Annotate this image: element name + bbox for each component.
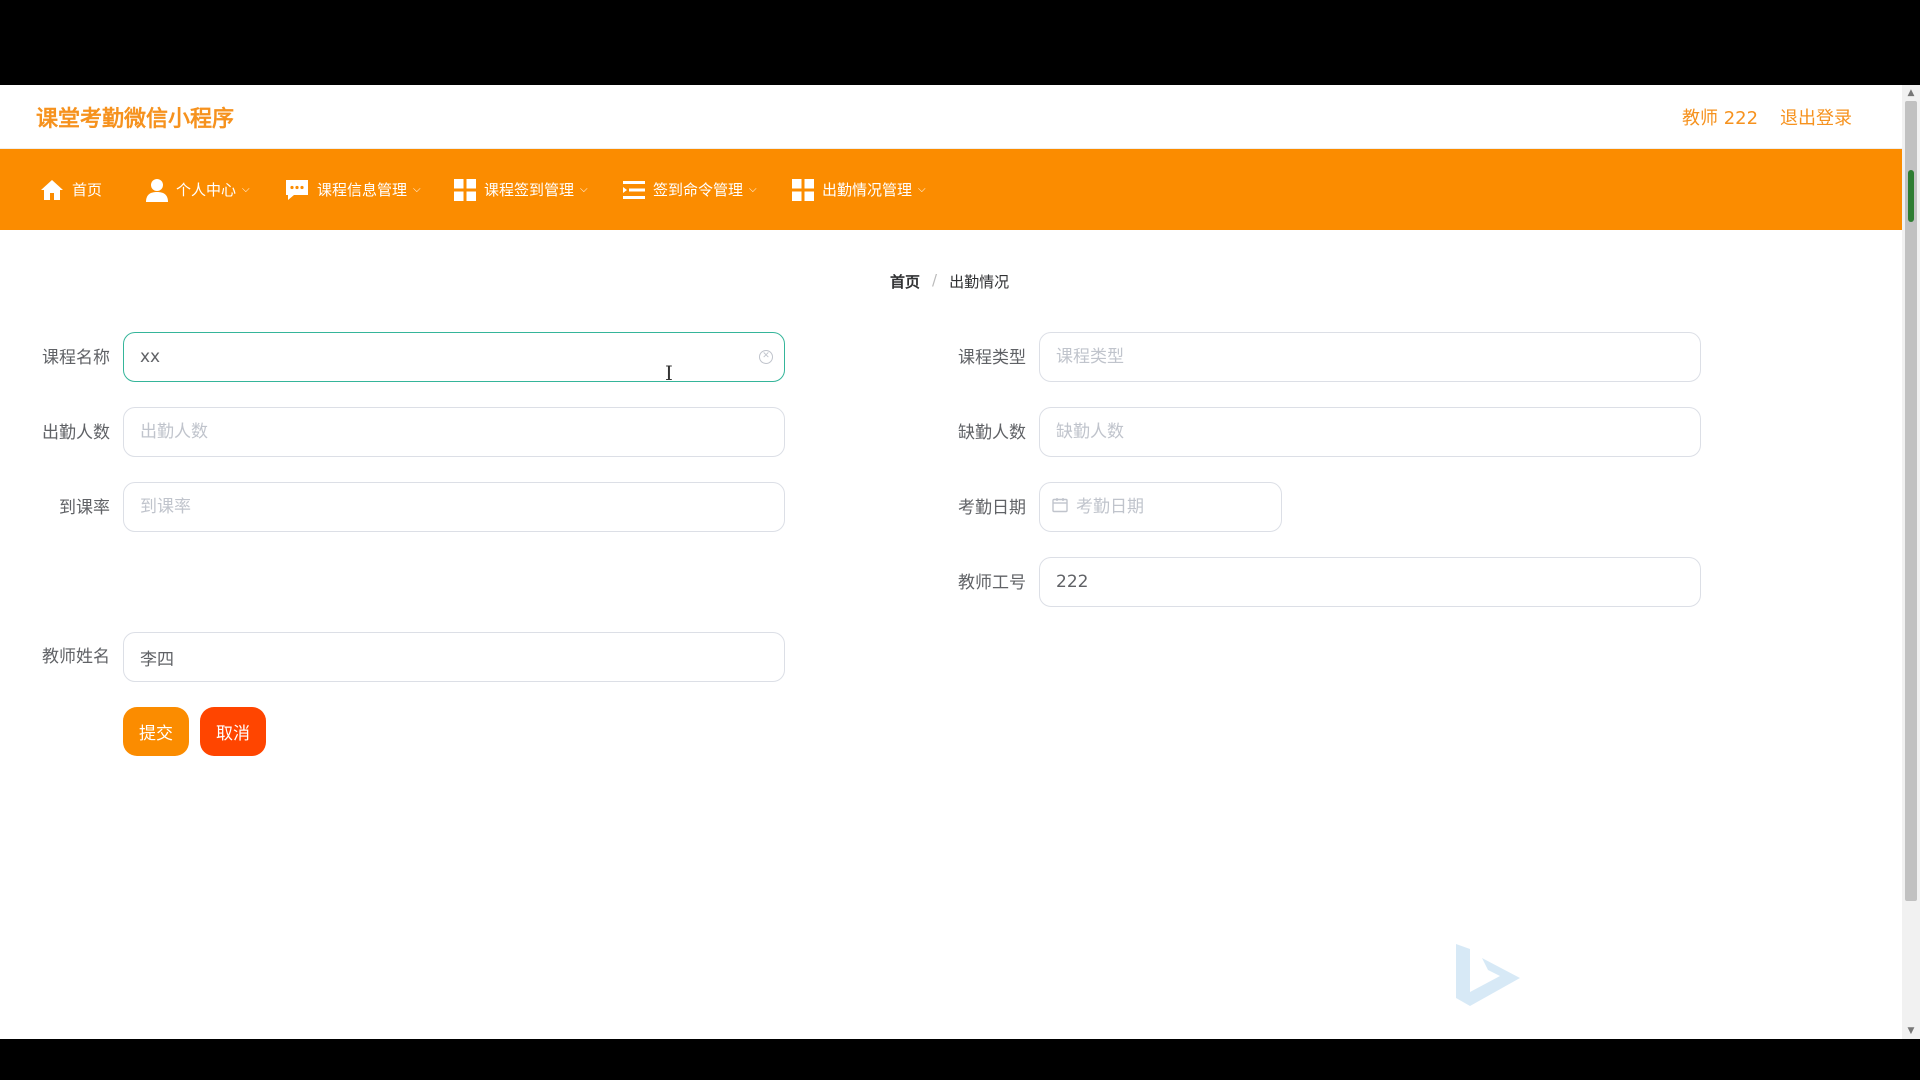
nav-item-label: 个人中心 xyxy=(176,181,237,199)
nav-item-course-info[interactable]: 课程信息管理 ⌵ xyxy=(285,149,421,230)
attendance-date-picker[interactable] xyxy=(1039,482,1282,532)
teacher-name-label: 教师姓名 xyxy=(42,647,110,667)
nav-item-label: 出勤情况管理 xyxy=(822,181,913,199)
bing-watermark-icon xyxy=(1452,940,1522,1010)
teacher-id-input[interactable] xyxy=(1039,557,1701,607)
grid-icon xyxy=(454,178,476,201)
clear-icon[interactable]: ✕ xyxy=(759,350,773,364)
chevron-down-icon: ⌵ xyxy=(918,184,926,195)
calendar-icon xyxy=(1052,497,1068,517)
absence-count-label: 缺勤人数 xyxy=(958,423,1026,443)
submit-button[interactable]: 提交 xyxy=(123,707,189,756)
attendance-count-input[interactable] xyxy=(123,407,785,457)
chat-icon xyxy=(285,179,309,201)
teacher-name-input[interactable] xyxy=(123,632,785,682)
breadcrumb-separator: / xyxy=(932,271,938,289)
nav-item-course-checkin[interactable]: 课程签到管理 ⌵ xyxy=(454,149,588,230)
attendance-count-label: 出勤人数 xyxy=(42,423,110,443)
text-cursor-icon: I xyxy=(665,361,673,385)
breadcrumb-home[interactable]: 首页 xyxy=(890,271,920,292)
home-icon xyxy=(40,179,64,201)
nav-item-label: 课程签到管理 xyxy=(484,181,575,199)
nav-item-label: 首页 xyxy=(72,181,103,199)
course-type-input[interactable] xyxy=(1039,332,1701,382)
attendance-date-input[interactable] xyxy=(1076,497,1256,517)
current-user: 教师 222 xyxy=(1682,108,1759,129)
breadcrumb: 首页 / 出勤情况 xyxy=(890,271,1009,292)
attendance-rate-label: 到课率 xyxy=(59,498,110,518)
attendance-rate-input[interactable] xyxy=(123,482,785,532)
nav-item-attendance[interactable]: 出勤情况管理 ⌵ xyxy=(792,149,926,230)
scroll-down-icon[interactable]: ▼ xyxy=(1902,1023,1920,1039)
top-header: 课堂考勤微信小程序 教师 222 退出登录 xyxy=(0,85,1902,149)
nav-item-home[interactable]: 首页 xyxy=(40,149,102,230)
breadcrumb-current: 出勤情况 xyxy=(949,273,1010,291)
nav-item-label: 课程信息管理 xyxy=(317,181,408,199)
nav-item-label: 签到命令管理 xyxy=(653,181,744,199)
course-type-label: 课程类型 xyxy=(958,348,1026,368)
nav-item-checkin-command[interactable]: 签到命令管理 ⌵ xyxy=(623,149,757,230)
main-nav: 首页 个人中心 ⌵ 课程信息管理 ⌵ 课程签到管理 ⌵ 签到命令管理 ⌵ 出勤情… xyxy=(0,149,1902,230)
user-icon xyxy=(146,178,168,202)
cancel-button[interactable]: 取消 xyxy=(200,707,266,756)
teacher-id-label: 教师工号 xyxy=(958,573,1026,593)
app-title: 课堂考勤微信小程序 xyxy=(36,107,235,132)
scroll-indicator xyxy=(1908,170,1914,222)
chevron-down-icon: ⌵ xyxy=(749,184,757,195)
chevron-down-icon: ⌵ xyxy=(413,184,421,195)
grid-icon xyxy=(792,178,814,201)
chevron-down-icon: ⌵ xyxy=(242,184,250,195)
list-icon xyxy=(623,180,645,200)
attendance-date-label: 考勤日期 xyxy=(958,498,1026,518)
absence-count-input[interactable] xyxy=(1039,407,1701,457)
app-window: 课堂考勤微信小程序 教师 222 退出登录 首页 个人中心 ⌵ 课程信息管理 ⌵ xyxy=(0,85,1920,1039)
logout-link[interactable]: 退出登录 xyxy=(1780,104,1852,130)
scroll-up-icon[interactable]: ▲ xyxy=(1902,85,1920,101)
course-name-label: 课程名称 xyxy=(42,348,110,368)
course-name-input[interactable] xyxy=(123,332,785,382)
chevron-down-icon: ⌵ xyxy=(580,184,588,195)
nav-item-personal-center[interactable]: 个人中心 ⌵ xyxy=(146,149,250,230)
page-scrollbar[interactable]: ▲ ▼ xyxy=(1902,85,1920,1039)
